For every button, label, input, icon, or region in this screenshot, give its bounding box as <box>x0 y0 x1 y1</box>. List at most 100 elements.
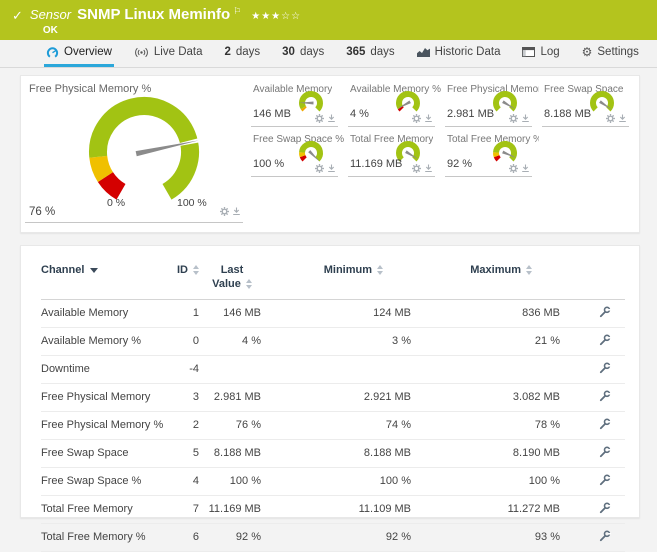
pin-icon[interactable] <box>424 114 433 123</box>
gauge-value: 11.169 MB <box>350 158 403 170</box>
channel-name-cell[interactable]: Free Physical Memory <box>41 383 171 412</box>
gear-icon[interactable] <box>412 114 421 123</box>
channel-settings-icon[interactable] <box>599 445 611 458</box>
gear-icon[interactable] <box>412 164 421 173</box>
gear-icon[interactable] <box>509 164 518 173</box>
channel-name-cell[interactable]: Free Swap Space <box>41 439 171 468</box>
sort-icon[interactable] <box>245 278 252 289</box>
sort-icon[interactable] <box>526 265 532 276</box>
page-title: SNMP Linux Meminfo <box>77 6 231 23</box>
channel-settings-icon[interactable] <box>599 473 611 486</box>
column-header-last[interactable]: Last Value <box>203 260 261 300</box>
maximum-cell: 78 % <box>411 411 560 440</box>
log-icon <box>522 47 536 57</box>
gear-icon[interactable] <box>315 164 324 173</box>
tab-label: days <box>299 46 325 58</box>
table-row: Total Free Memory % 6 92 % 92 % 93 % <box>41 523 625 552</box>
pin-icon[interactable] <box>424 164 433 173</box>
column-header-max[interactable]: Maximum <box>411 260 560 300</box>
channel-name-cell[interactable]: Total Free Memory <box>41 495 171 524</box>
channel-settings-icon[interactable] <box>599 333 611 346</box>
sensor-title-line: Sensor SNMP Linux Meminfo ⚐ ★★★☆☆ <box>30 6 301 23</box>
tab-log[interactable]: Log <box>520 40 561 67</box>
column-header-id[interactable]: ID <box>171 260 203 300</box>
column-header-min[interactable]: Minimum <box>261 260 411 300</box>
tab-365-days[interactable]: 365 days <box>344 40 396 67</box>
channel-settings-icon[interactable] <box>599 305 611 318</box>
gauge-panel-free-physical-memory: Free Physical Memory 2.981 MB <box>445 80 539 127</box>
gauge-value: 100 % <box>253 158 285 170</box>
table-row: Available Memory 1 146 MB 124 MB 836 MB <box>41 299 625 328</box>
last-value-cell: 146 MB <box>203 299 261 328</box>
channel-settings-icon[interactable] <box>599 361 611 374</box>
column-label: Maximum <box>470 264 521 276</box>
table-row: Free Physical Memory % 2 76 % 74 % 78 % <box>41 411 625 440</box>
sensor-status-badge: OK <box>42 25 58 36</box>
last-value-cell: 92 % <box>203 523 261 552</box>
gauge-panel-total-free-memory: Total Free Memory 11.169 MB <box>348 130 435 177</box>
tab-historic-data[interactable]: Historic Data <box>415 40 503 67</box>
last-value-cell: 2.981 MB <box>203 383 261 412</box>
flag-icon[interactable]: ⚐ <box>233 6 241 17</box>
minimum-cell: 8.188 MB <box>261 439 411 468</box>
channel-settings-icon[interactable] <box>599 417 611 430</box>
tab-2-days[interactable]: 2 days <box>222 40 262 67</box>
channel-settings-icon[interactable] <box>599 501 611 514</box>
gauge-actions <box>412 164 433 173</box>
channel-id-cell: 5 <box>171 439 203 468</box>
channel-table: Channel ID Last Value Minimum Maximum Availab… <box>41 260 625 552</box>
prtg-sensor-page: ✓ Sensor SNMP Linux Meminfo ⚐ ★★★☆☆ OK O… <box>0 0 657 552</box>
tab-label: Live Data <box>153 46 203 58</box>
tab-label: days <box>370 46 395 58</box>
gauge-panel-available-memory: Available Memory 146 MB <box>251 80 338 127</box>
table-row: Free Swap Space 5 8.188 MB 8.188 MB 8.190 MB <box>41 439 625 468</box>
gauge-value: 146 MB <box>253 108 291 120</box>
gauge-icon <box>46 46 59 58</box>
pin-icon[interactable] <box>327 164 336 173</box>
channel-settings-icon[interactable] <box>599 529 611 542</box>
gauge-actions <box>315 114 336 123</box>
tab-label: Overview <box>64 46 112 58</box>
tab-number: 2 <box>224 46 231 58</box>
pin-icon[interactable] <box>521 164 530 173</box>
sort-desc-icon[interactable] <box>90 267 99 273</box>
tab-30-days[interactable]: 30 days <box>280 40 326 67</box>
column-header-channel[interactable]: Channel <box>41 260 171 300</box>
pin-icon[interactable] <box>232 207 241 216</box>
maximum-cell: 21 % <box>411 327 560 356</box>
sort-icon[interactable] <box>377 265 383 276</box>
channel-id-cell: 1 <box>171 299 203 328</box>
maximum-cell: 11.272 MB <box>411 495 560 524</box>
minimum-cell: 74 % <box>261 411 411 440</box>
tab-settings[interactable]: ⚙ Settings <box>580 40 641 67</box>
channel-name-cell[interactable]: Available Memory % <box>41 327 171 356</box>
tab-live-data[interactable]: Live Data <box>132 40 205 67</box>
pin-icon[interactable] <box>327 114 336 123</box>
minimum-cell: 11.109 MB <box>261 495 411 524</box>
pin-icon[interactable] <box>521 114 530 123</box>
channel-name-cell[interactable]: Total Free Memory % <box>41 523 171 552</box>
gear-icon[interactable] <box>606 114 615 123</box>
priority-stars[interactable]: ★★★☆☆ <box>251 11 301 22</box>
gear-icon[interactable] <box>509 114 518 123</box>
table-row: Available Memory % 0 4 % 3 % 21 % <box>41 327 625 356</box>
sort-icon[interactable] <box>193 265 199 276</box>
gauge-actions <box>509 114 530 123</box>
channel-name-cell[interactable]: Free Physical Memory % <box>41 411 171 440</box>
column-label: ID <box>177 264 188 276</box>
tab-label: days <box>235 46 261 58</box>
channel-settings-icon[interactable] <box>599 389 611 402</box>
gear-icon[interactable] <box>220 207 229 216</box>
main-gauge-value: 76 % <box>29 206 56 218</box>
gauge-scale-min-label: 0 % <box>107 197 126 209</box>
status-ok-check-icon: ✓ <box>12 8 23 23</box>
sensor-type-label: Sensor <box>29 7 72 22</box>
gear-icon[interactable] <box>315 114 324 123</box>
channel-name-cell[interactable]: Free Swap Space % <box>41 467 171 496</box>
gauge-scale-max-label: 100 % <box>177 197 207 209</box>
tab-overview[interactable]: Overview <box>44 40 114 67</box>
channel-name-cell[interactable]: Downtime <box>41 355 171 384</box>
channel-name-cell[interactable]: Available Memory <box>41 299 171 328</box>
tab-label: Log <box>540 46 560 58</box>
pin-icon[interactable] <box>618 114 627 123</box>
